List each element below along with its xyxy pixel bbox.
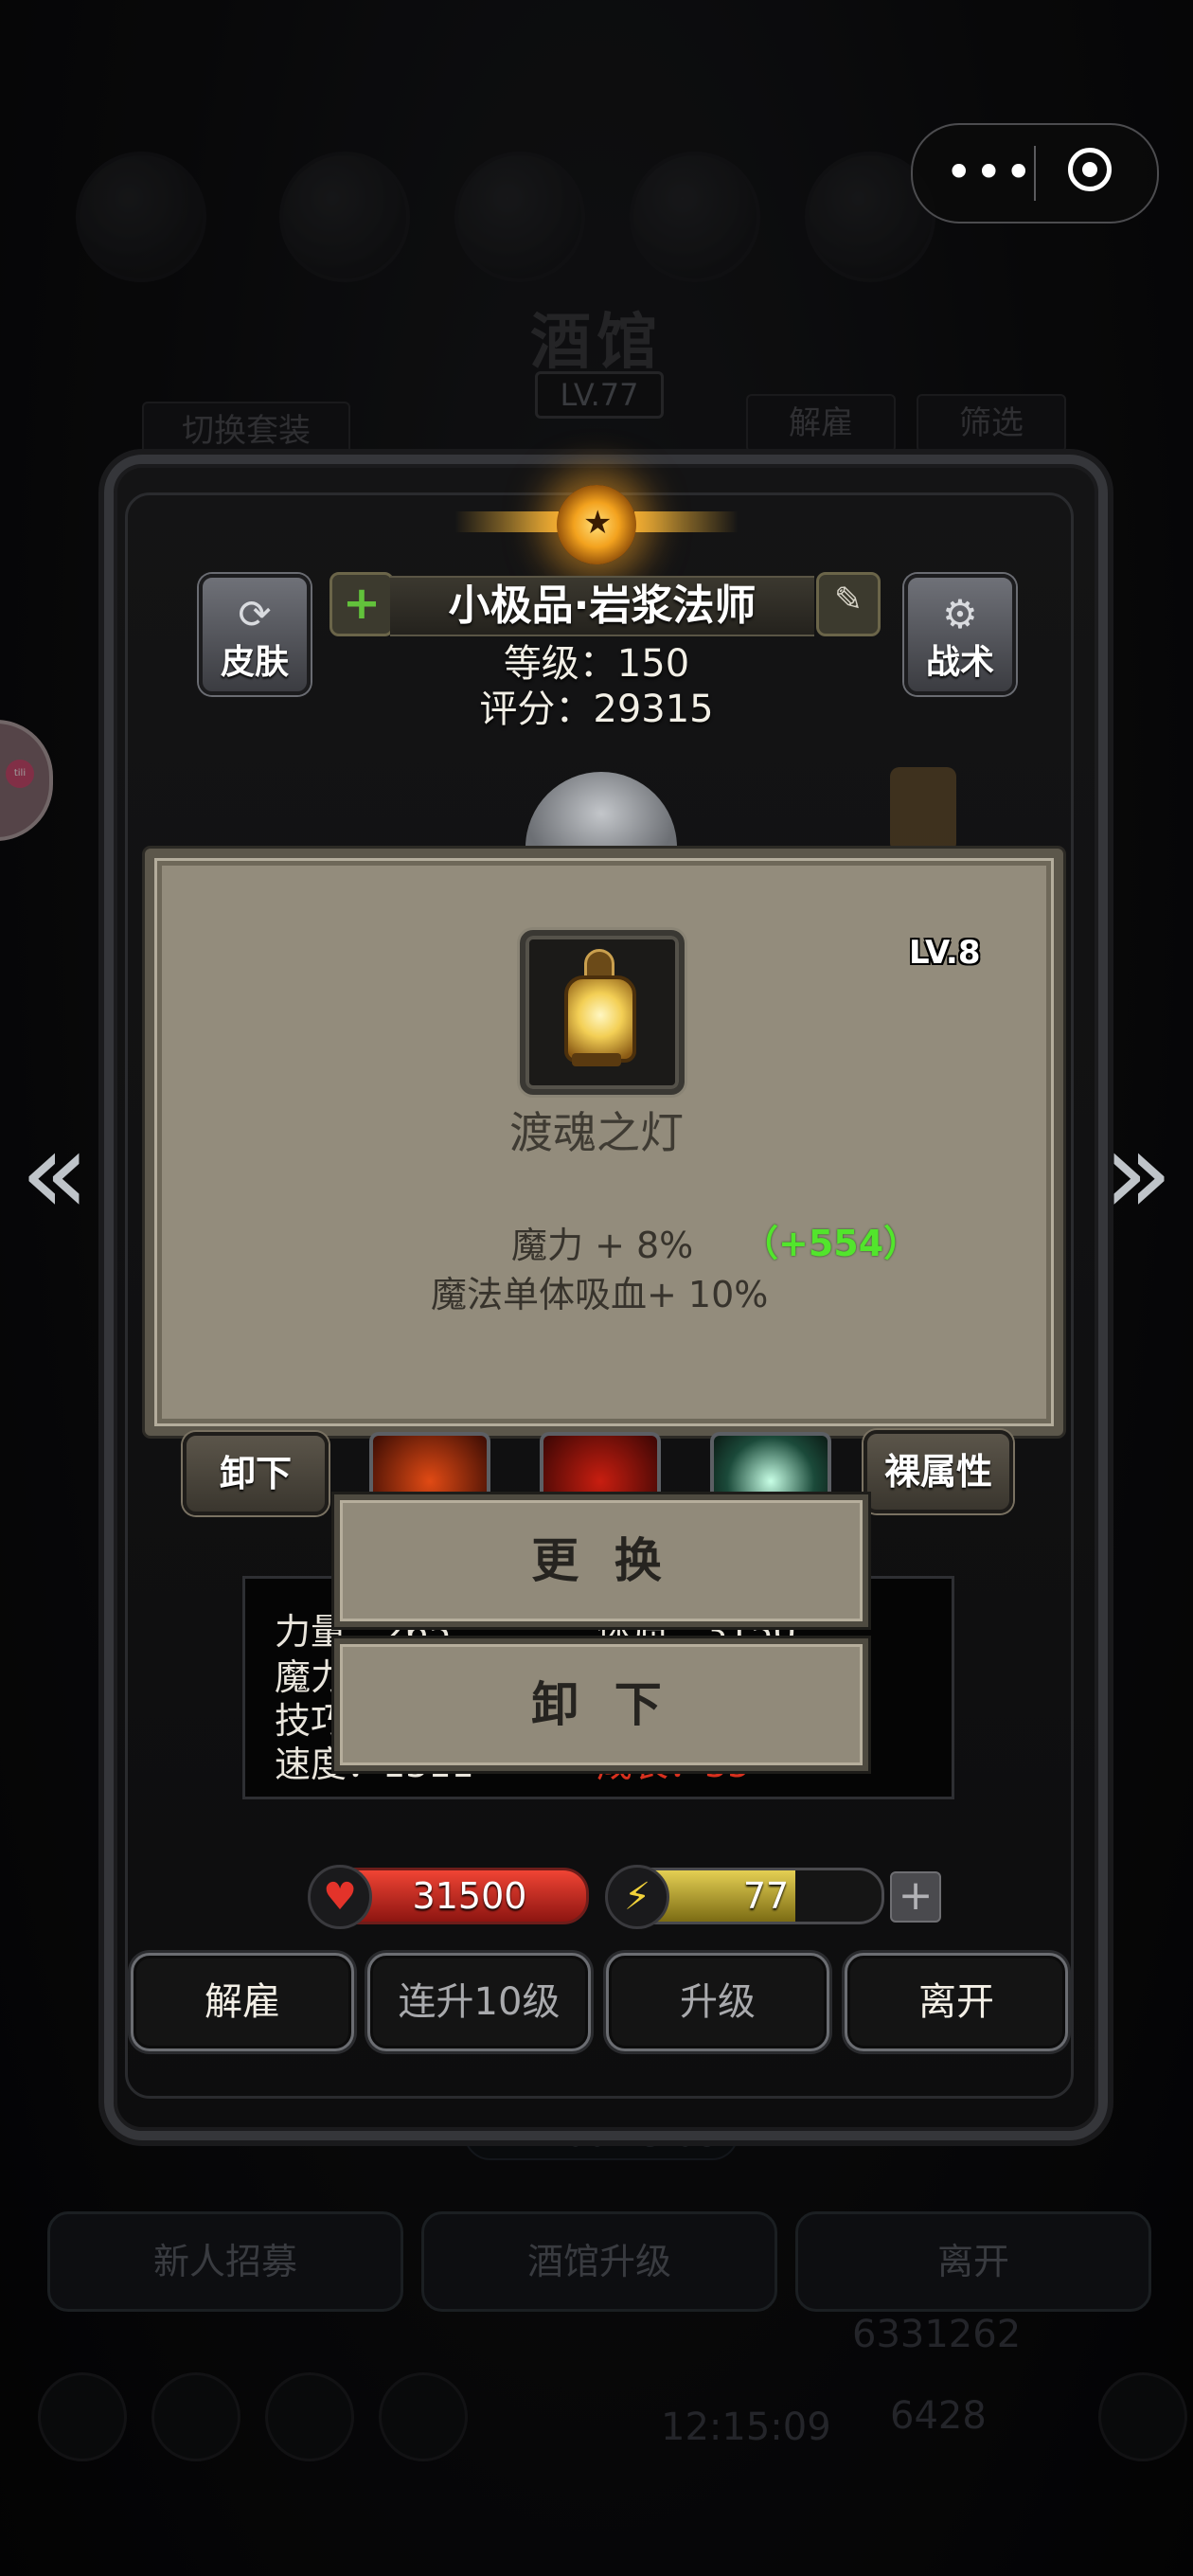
item-attribute-lifesteal: 魔法单体吸血+ 10% bbox=[431, 1274, 769, 1315]
leave-button[interactable]: 离开 bbox=[845, 1953, 1068, 2051]
unequip-button[interactable]: 卸 下 bbox=[334, 1638, 868, 1771]
refresh-shirt-icon: ⟳ bbox=[238, 591, 272, 637]
hp-bar: ♥ 31500 bbox=[308, 1865, 589, 1929]
green-glow-icon[interactable] bbox=[710, 1432, 831, 1493]
lantern-icon-base bbox=[572, 1053, 621, 1066]
red-flame-icon[interactable] bbox=[369, 1432, 490, 1493]
upgrade-10-button[interactable]: 连升10级 bbox=[367, 1953, 591, 2051]
item-name: 渡魂之灯 bbox=[509, 1107, 684, 1158]
energy-value: 77 bbox=[742, 1875, 790, 1917]
close-target-icon[interactable] bbox=[1068, 148, 1112, 191]
next-hero-arrow-icon[interactable]: » bbox=[1100, 1118, 1176, 1231]
energy-bar: ⚡ 77 bbox=[605, 1865, 884, 1929]
item-attribute-magic: 魔力 + 8% bbox=[511, 1225, 694, 1266]
hp-value: 31500 bbox=[412, 1875, 527, 1917]
dismiss-hero-button[interactable]: 解雇 bbox=[131, 1953, 354, 2051]
miniprogram-capsule[interactable]: ••• bbox=[911, 123, 1159, 224]
unequip-all-button[interactable]: 卸下 bbox=[183, 1432, 329, 1515]
crest-wing-left bbox=[454, 511, 559, 532]
gear-icon: ⚙ bbox=[942, 591, 978, 637]
hero-name: 小极品·岩浆法师 bbox=[448, 581, 757, 630]
item-level: LV.8 bbox=[909, 934, 981, 972]
upgrade-button[interactable]: 升级 bbox=[606, 1953, 829, 2051]
prev-hero-arrow-icon[interactable]: « bbox=[17, 1118, 93, 1231]
red-fire-icon[interactable] bbox=[540, 1432, 661, 1493]
more-icon[interactable]: ••• bbox=[945, 144, 1032, 201]
capsule-divider bbox=[1034, 146, 1036, 201]
lantern-icon-body bbox=[564, 975, 636, 1063]
add-button[interactable]: + bbox=[329, 572, 394, 636]
add-energy-button[interactable]: + bbox=[890, 1871, 941, 1923]
plus-icon: + bbox=[342, 577, 382, 630]
hero-name-bar: 小极品·岩浆法师 bbox=[390, 576, 814, 636]
equipment-deco bbox=[890, 767, 956, 852]
naked-attributes-button[interactable]: 裸属性 bbox=[864, 1430, 1013, 1513]
replace-button[interactable]: 更 换 bbox=[334, 1494, 868, 1627]
crest-wing-right bbox=[634, 511, 739, 532]
crest-gem-icon: ★ bbox=[557, 485, 636, 564]
hero-score: 评分：29315 bbox=[479, 688, 714, 731]
item-attribute-bonus: （+554） bbox=[742, 1223, 920, 1264]
rename-button[interactable]: ✎ bbox=[816, 572, 881, 636]
edit-icon: ✎ bbox=[833, 581, 864, 619]
